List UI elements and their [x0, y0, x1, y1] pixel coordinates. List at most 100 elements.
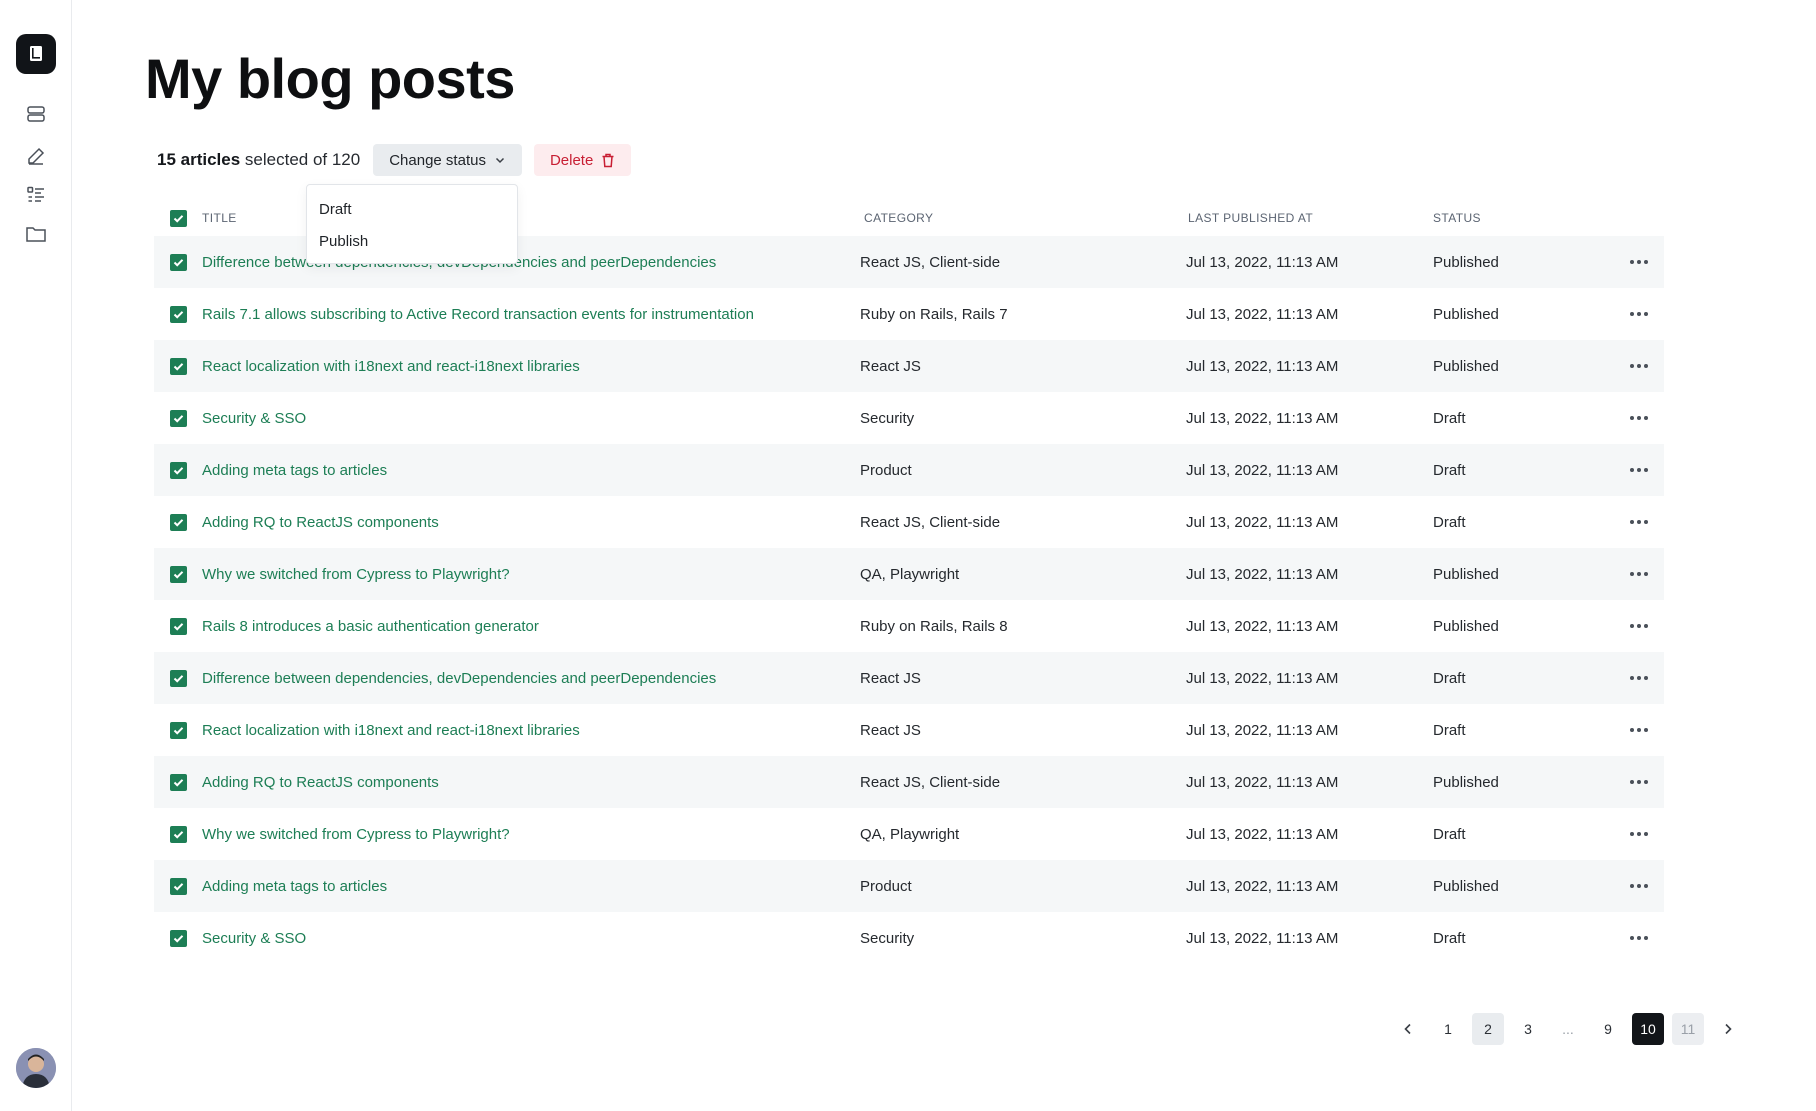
- pagination-prev-button[interactable]: [1392, 1013, 1424, 1045]
- header-category[interactable]: Category: [860, 211, 1186, 225]
- sidebar-item-edit[interactable]: [24, 144, 48, 168]
- article-published-date: Jul 13, 2022, 11:13 AM: [1186, 253, 1339, 271]
- article-title-link[interactable]: Difference between dependencies, devDepe…: [202, 254, 860, 271]
- row-checkbox[interactable]: [169, 357, 187, 375]
- row-checkbox[interactable]: [169, 669, 187, 687]
- pagination-page-2[interactable]: 2: [1472, 1013, 1504, 1045]
- article-title-link[interactable]: Why we switched from Cypress to Playwrig…: [202, 566, 860, 583]
- article-published-date: Jul 13, 2022, 11:13 AM: [1186, 929, 1339, 947]
- trash-icon: [602, 153, 614, 167]
- header-last-published[interactable]: Last Published At: [1186, 211, 1433, 225]
- article-published-date: Jul 13, 2022, 11:13 AM: [1186, 617, 1339, 635]
- change-status-button[interactable]: Change status: [373, 144, 522, 176]
- table-row: Rails 7.1 allows subscribing to Active R…: [154, 288, 1664, 340]
- pagination-page-9[interactable]: 9: [1592, 1013, 1624, 1045]
- article-title-link[interactable]: Difference between dependencies, devDepe…: [202, 670, 860, 687]
- article-title-link[interactable]: Adding meta tags to articles: [202, 462, 860, 479]
- article-category: Security: [860, 929, 915, 947]
- article-status: Published: [1433, 253, 1499, 271]
- book-icon: [30, 46, 42, 61]
- more-actions-icon[interactable]: [1624, 410, 1654, 426]
- sidebar-item-folder[interactable]: [24, 222, 48, 246]
- article-title-link[interactable]: React localization with i18next and reac…: [202, 722, 860, 739]
- more-actions-icon[interactable]: [1624, 254, 1654, 270]
- row-checkbox[interactable]: [169, 305, 187, 323]
- table-row: Adding meta tags to articles Product Jul 1…: [154, 444, 1664, 496]
- article-category: QA, Playwright: [860, 565, 960, 583]
- row-checkbox[interactable]: [169, 513, 187, 531]
- article-title-link[interactable]: Adding RQ to ReactJS components: [202, 514, 860, 531]
- article-status: Published: [1433, 877, 1499, 895]
- table-row: Adding meta tags to articles Product Jul 1…: [154, 860, 1664, 912]
- check-icon: [173, 882, 183, 891]
- row-checkbox[interactable]: [169, 877, 187, 895]
- check-icon: [173, 570, 183, 579]
- article-published-date: Jul 13, 2022, 11:13 AM: [1186, 513, 1339, 531]
- more-actions-icon[interactable]: [1624, 306, 1654, 322]
- pagination: 1 2 3... 9 10 11: [1392, 1013, 1752, 1045]
- row-checkbox[interactable]: [169, 825, 187, 843]
- article-status: Published: [1433, 565, 1499, 583]
- check-icon: [173, 778, 183, 787]
- row-checkbox[interactable]: [169, 565, 187, 583]
- check-icon: [173, 214, 183, 223]
- article-status: Draft: [1433, 825, 1466, 843]
- article-title-link[interactable]: React localization with i18next and reac…: [202, 358, 860, 375]
- bulk-action-toolbar: 15 articles selected of 120 Change statu…: [157, 144, 632, 176]
- more-actions-icon[interactable]: [1624, 618, 1654, 634]
- pagination-next-button[interactable]: [1712, 1013, 1744, 1045]
- dropdown-option-draft[interactable]: Draft: [307, 193, 517, 225]
- more-actions-icon[interactable]: [1624, 774, 1654, 790]
- more-actions-icon[interactable]: [1624, 514, 1654, 530]
- user-avatar[interactable]: [16, 1048, 56, 1088]
- row-checkbox[interactable]: [169, 253, 187, 271]
- article-title-link[interactable]: Adding RQ to ReactJS components: [202, 774, 860, 791]
- table-row: Adding RQ to ReactJS components React JS,…: [154, 756, 1664, 808]
- row-checkbox[interactable]: [169, 617, 187, 635]
- check-icon: [173, 362, 183, 371]
- article-title-link[interactable]: Security & SSO: [202, 410, 860, 427]
- select-all-checkbox[interactable]: [169, 209, 187, 227]
- article-status: Draft: [1433, 409, 1466, 427]
- delete-button[interactable]: Delete: [533, 144, 632, 176]
- pagination-page-11[interactable]: 11: [1672, 1013, 1704, 1045]
- row-checkbox[interactable]: [169, 461, 187, 479]
- article-category: React JS: [860, 721, 921, 739]
- app-logo[interactable]: [16, 34, 56, 74]
- pagination-page-10[interactable]: 10: [1632, 1013, 1664, 1045]
- table-body: Difference between dependencies, devDepe…: [154, 236, 1664, 964]
- sidebar-item-list[interactable]: [24, 183, 48, 207]
- check-icon: [173, 518, 183, 527]
- article-title-link[interactable]: Rails 8 introduces a basic authenticatio…: [202, 618, 860, 635]
- more-actions-icon[interactable]: [1624, 462, 1654, 478]
- more-actions-icon[interactable]: [1624, 878, 1654, 894]
- check-icon: [173, 310, 183, 319]
- selected-suffix: selected of 120: [240, 150, 361, 169]
- row-checkbox[interactable]: [169, 721, 187, 739]
- pagination-page-1[interactable]: 1: [1432, 1013, 1464, 1045]
- more-actions-icon[interactable]: [1624, 358, 1654, 374]
- more-actions-icon[interactable]: [1624, 566, 1654, 582]
- article-category: Security: [860, 409, 915, 427]
- article-category: Product: [860, 461, 912, 479]
- more-actions-icon[interactable]: [1624, 670, 1654, 686]
- article-title-link[interactable]: Why we switched from Cypress to Playwrig…: [202, 826, 860, 843]
- row-checkbox[interactable]: [169, 773, 187, 791]
- article-title-link[interactable]: Security & SSO: [202, 930, 860, 947]
- check-icon: [173, 466, 183, 475]
- sidebar-item-layers[interactable]: [24, 102, 48, 126]
- row-checkbox[interactable]: [169, 929, 187, 947]
- more-actions-icon[interactable]: [1624, 722, 1654, 738]
- article-title-link[interactable]: Rails 7.1 allows subscribing to Active R…: [202, 306, 860, 323]
- chevron-right-icon: [1725, 1023, 1732, 1035]
- row-checkbox[interactable]: [169, 409, 187, 427]
- selected-count: 15 articles: [157, 150, 241, 169]
- more-actions-icon[interactable]: [1624, 826, 1654, 842]
- pagination-page-3[interactable]: 3: [1512, 1013, 1544, 1045]
- header-status[interactable]: Status: [1433, 211, 1614, 225]
- header-title[interactable]: Title: [202, 211, 860, 225]
- article-title-link[interactable]: Adding meta tags to articles: [202, 878, 860, 895]
- article-published-date: Jul 13, 2022, 11:13 AM: [1186, 773, 1339, 791]
- more-actions-icon[interactable]: [1624, 930, 1654, 946]
- dropdown-option-publish[interactable]: Publish: [307, 225, 517, 257]
